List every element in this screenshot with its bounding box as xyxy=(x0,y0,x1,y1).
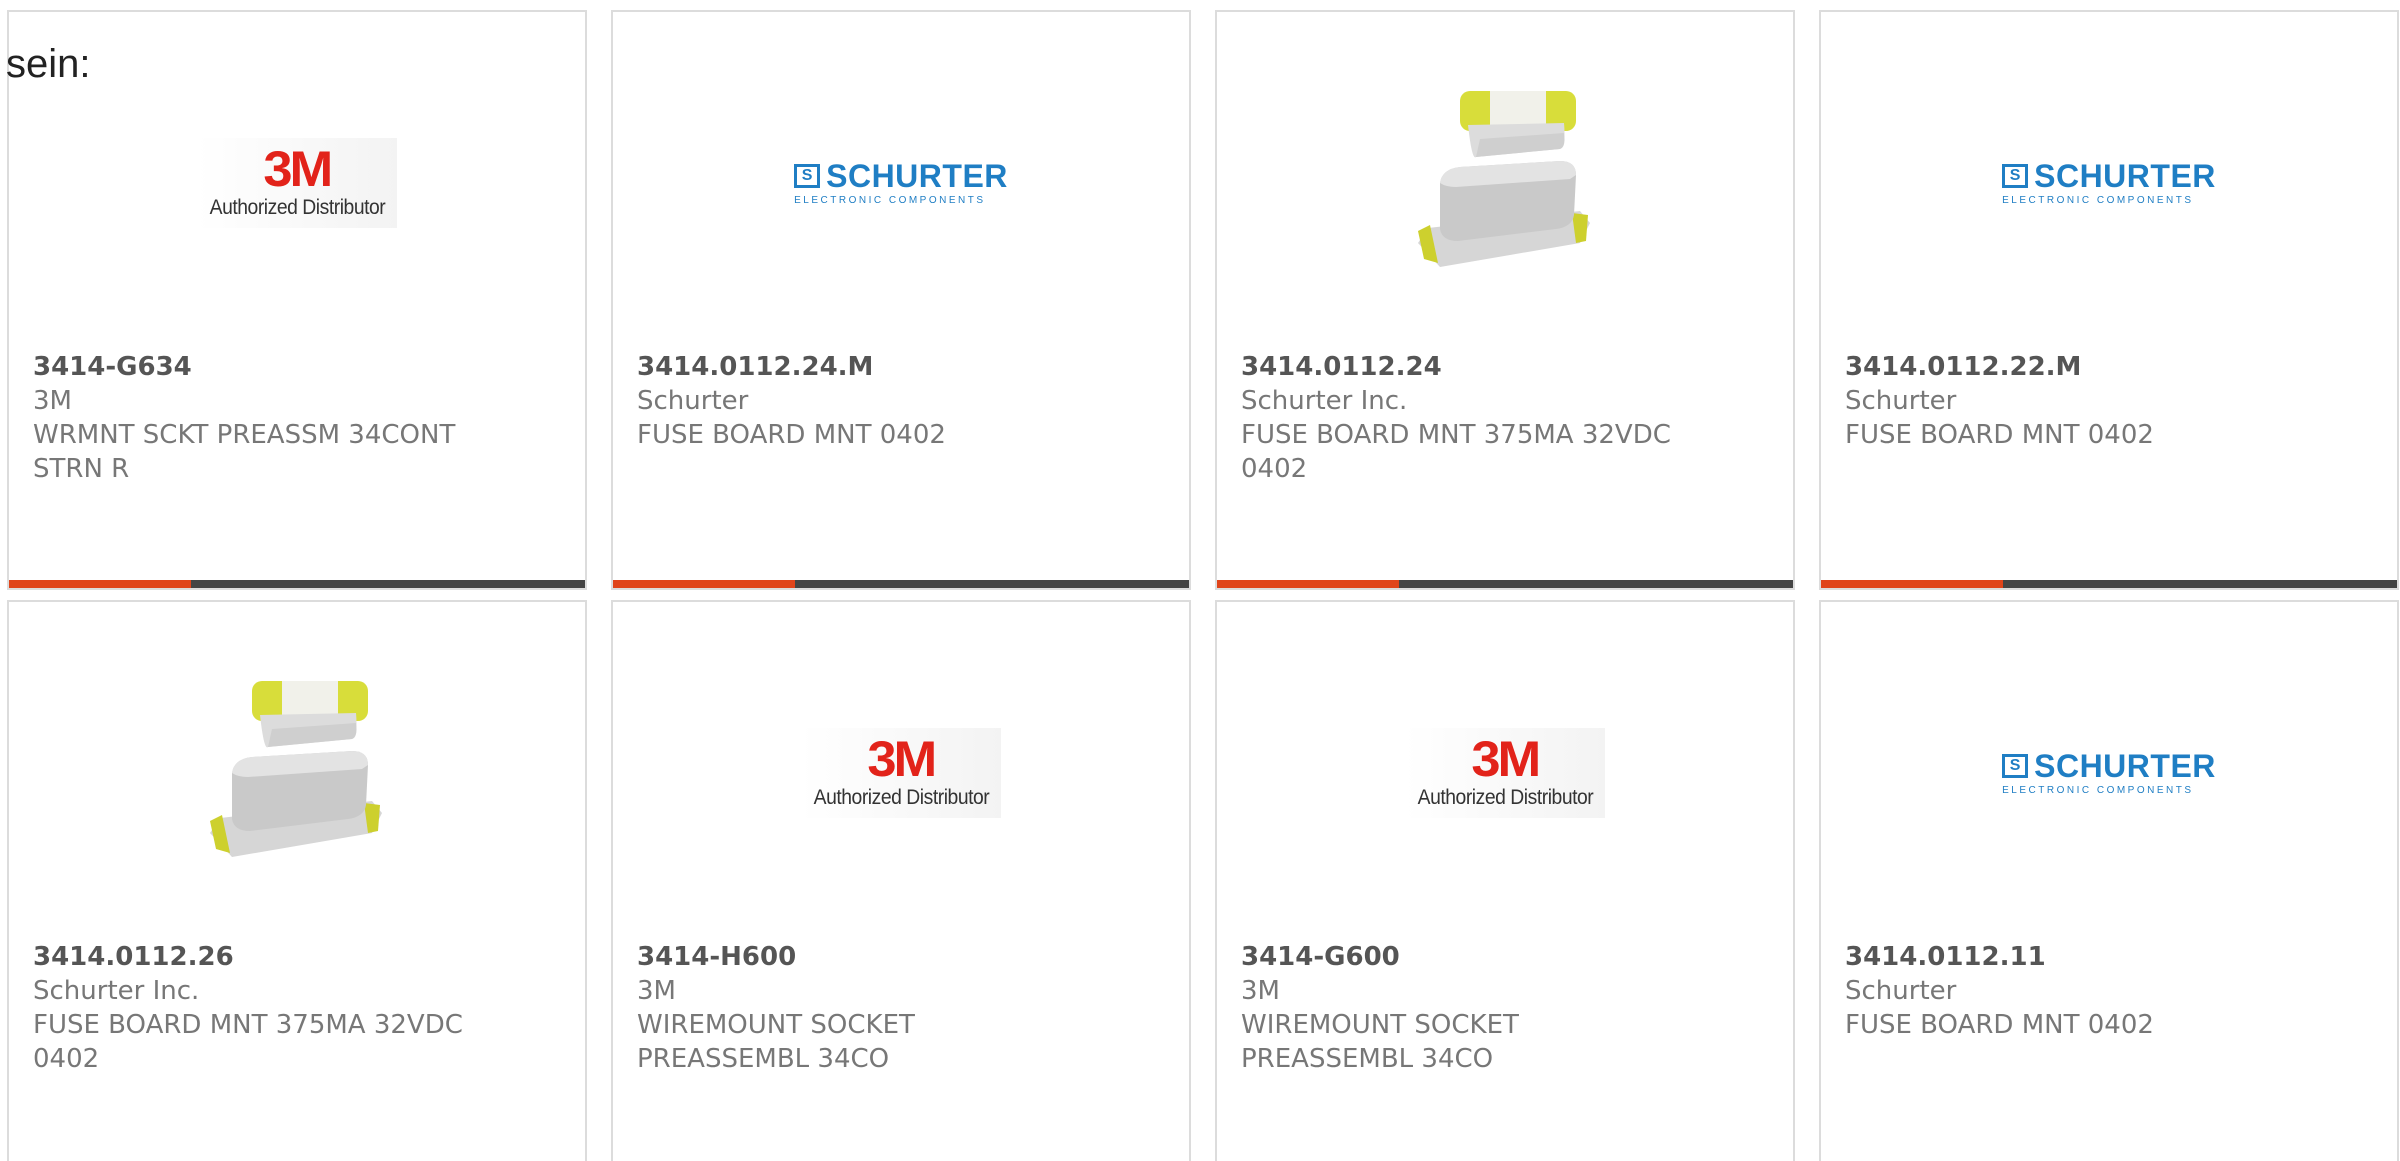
part-number[interactable]: 3414-G634 xyxy=(33,350,485,384)
product-description: FUSE BOARD MNT 375MA 32VDC 0402 xyxy=(1241,420,1671,484)
card-accent-bar xyxy=(613,580,1189,588)
product-description: WRMNT SCKT PREASSM 34CONT STRN R xyxy=(33,420,456,484)
part-number[interactable]: 3414.0112.24 xyxy=(1241,350,1693,384)
3m-logo-subtitle: Authorized Distributor xyxy=(1417,786,1593,809)
intro-text: sein: xyxy=(6,42,91,86)
schurter-logo: S SCHURTER ELECTRONIC COMPONENTS xyxy=(2002,160,2216,206)
schurter-logo-wordmark: SCHURTER xyxy=(2034,748,2216,784)
accent-bar-segment xyxy=(613,580,795,588)
product-image[interactable]: S SCHURTER ELECTRONIC COMPONENTS xyxy=(613,58,1189,308)
schurter-logo-tagline: ELECTRONIC COMPONENTS xyxy=(794,195,986,206)
schurter-logo: S SCHURTER ELECTRONIC COMPONENTS xyxy=(2002,750,2216,796)
manufacturer-name: Schurter xyxy=(1845,386,1957,416)
manufacturer-name: 3M xyxy=(1241,976,1280,1006)
3m-logo-mark: 3M xyxy=(263,141,334,197)
product-image[interactable]: S SCHURTER ELECTRONIC COMPONENTS xyxy=(1821,58,2397,308)
dark-bar-segment xyxy=(1399,580,1793,588)
product-info: 3414.0112.24 Schurter Inc. FUSE BOARD MN… xyxy=(1241,350,1693,486)
product-card[interactable]: 3M Authorized Distributor 3414-G600 3M W… xyxy=(1215,600,1795,1161)
accent-bar-segment xyxy=(1217,580,1399,588)
accent-bar-segment xyxy=(1821,580,2003,588)
manufacturer-name: 3M xyxy=(637,976,676,1006)
product-card[interactable]: S SCHURTER ELECTRONIC COMPONENTS 3414.01… xyxy=(611,10,1191,590)
product-card[interactable]: 3414.0112.24 Schurter Inc. FUSE BOARD MN… xyxy=(1215,10,1795,590)
product-card[interactable]: 3414.0112.26 Schurter Inc. FUSE BOARD MN… xyxy=(7,600,587,1161)
accent-bar-segment xyxy=(9,580,191,588)
3m-logo-mark: 3M xyxy=(867,731,938,787)
product-card[interactable]: S SCHURTER ELECTRONIC COMPONENTS 3414.01… xyxy=(1819,10,2399,590)
schurter-logo-tagline: ELECTRONIC COMPONENTS xyxy=(2002,195,2194,206)
product-info: 3414-G634 3M WRMNT SCKT PREASSM 34CONT S… xyxy=(33,350,485,486)
manufacturer-name: Schurter Inc. xyxy=(33,976,200,1006)
dark-bar-segment xyxy=(2003,580,2397,588)
manufacturer-name: Schurter xyxy=(1845,976,1957,1006)
schurter-logo-wordmark: SCHURTER xyxy=(826,158,1008,194)
product-description: FUSE BOARD MNT 375MA 32VDC 0402 xyxy=(33,1010,463,1074)
3m-logo: 3M Authorized Distributor xyxy=(197,138,397,228)
3m-logo: 3M Authorized Distributor xyxy=(1405,728,1605,818)
product-info: 3414-H600 3M WIREMOUNT SOCKET PREASSEMBL… xyxy=(637,940,1089,1076)
dark-bar-segment xyxy=(191,580,585,588)
product-image[interactable] xyxy=(1217,58,1793,308)
product-image[interactable]: S SCHURTER ELECTRONIC COMPONENTS xyxy=(1821,648,2397,898)
card-accent-bar xyxy=(1821,580,2397,588)
card-accent-bar xyxy=(9,580,585,588)
product-image[interactable]: 3M Authorized Distributor xyxy=(1217,648,1793,898)
product-image[interactable]: 3M Authorized Distributor xyxy=(613,648,1189,898)
product-card[interactable]: S SCHURTER ELECTRONIC COMPONENTS 3414.01… xyxy=(1819,600,2399,1161)
product-info: 3414.0112.24.M Schurter FUSE BOARD MNT 0… xyxy=(637,350,1089,452)
product-description: FUSE BOARD MNT 0402 xyxy=(637,420,946,450)
schurter-logo: S SCHURTER ELECTRONIC COMPONENTS xyxy=(794,160,1008,206)
page: sein: 3M Authorized Distributor 3414-G63… xyxy=(0,0,2400,1161)
product-card[interactable]: 3M Authorized Distributor 3414-G634 3M W… xyxy=(7,10,587,590)
part-number[interactable]: 3414.0112.22.M xyxy=(1845,350,2297,384)
schurter-logo-tagline: ELECTRONIC COMPONENTS xyxy=(2002,785,2194,796)
product-image[interactable]: 3M Authorized Distributor xyxy=(9,58,585,308)
product-image[interactable] xyxy=(9,648,585,898)
product-info: 3414.0112.11 Schurter FUSE BOARD MNT 040… xyxy=(1845,940,2297,1042)
product-description: WIREMOUNT SOCKET PREASSEMBL 34CO xyxy=(1241,1010,1519,1074)
fuse-product-image xyxy=(210,681,382,857)
card-accent-bar xyxy=(1217,580,1793,588)
product-description: WIREMOUNT SOCKET PREASSEMBL 34CO xyxy=(637,1010,915,1074)
product-info: 3414-G600 3M WIREMOUNT SOCKET PREASSEMBL… xyxy=(1241,940,1693,1076)
3m-logo-subtitle: Authorized Distributor xyxy=(209,196,385,219)
product-description: FUSE BOARD MNT 0402 xyxy=(1845,420,2154,450)
part-number[interactable]: 3414.0112.26 xyxy=(33,940,485,974)
schurter-emblem-icon: S xyxy=(2002,164,2029,188)
manufacturer-name: Schurter Inc. xyxy=(1241,386,1408,416)
dark-bar-segment xyxy=(795,580,1189,588)
part-number[interactable]: 3414.0112.24.M xyxy=(637,350,1089,384)
3m-logo-mark: 3M xyxy=(1471,731,1542,787)
part-number[interactable]: 3414.0112.11 xyxy=(1845,940,2297,974)
manufacturer-name: Schurter xyxy=(637,386,749,416)
schurter-emblem-icon: S xyxy=(794,164,821,188)
schurter-emblem-icon: S xyxy=(2002,754,2029,778)
part-number[interactable]: 3414-G600 xyxy=(1241,940,1693,974)
manufacturer-name: 3M xyxy=(33,386,72,416)
product-info: 3414.0112.26 Schurter Inc. FUSE BOARD MN… xyxy=(33,940,485,1076)
product-description: FUSE BOARD MNT 0402 xyxy=(1845,1010,2154,1040)
fuse-product-image xyxy=(1418,91,1590,267)
product-grid: 3M Authorized Distributor 3414-G634 3M W… xyxy=(7,10,2399,1161)
3m-logo-subtitle: Authorized Distributor xyxy=(813,786,989,809)
part-number[interactable]: 3414-H600 xyxy=(637,940,1089,974)
product-info: 3414.0112.22.M Schurter FUSE BOARD MNT 0… xyxy=(1845,350,2297,452)
schurter-logo-wordmark: SCHURTER xyxy=(2034,158,2216,194)
3m-logo: 3M Authorized Distributor xyxy=(801,728,1001,818)
product-card[interactable]: 3M Authorized Distributor 3414-H600 3M W… xyxy=(611,600,1191,1161)
